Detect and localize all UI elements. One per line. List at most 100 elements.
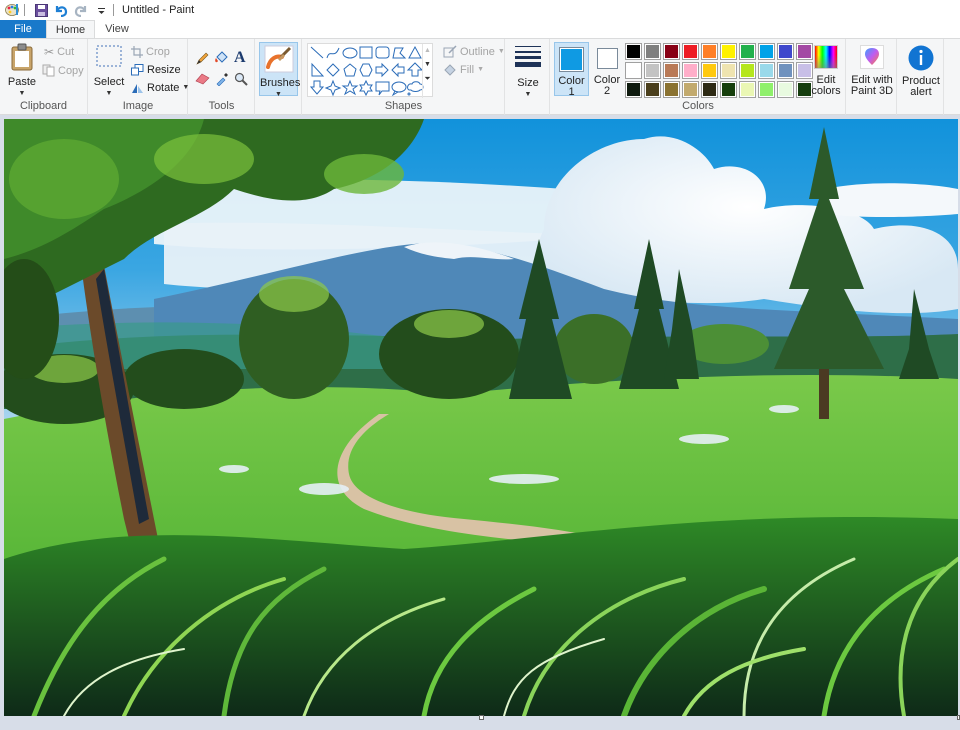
eraser-tool[interactable] [195, 72, 210, 88]
brushes-button[interactable]: Brushes ▼ [259, 42, 300, 98]
color1-button[interactable]: Color 1 [554, 42, 589, 98]
palette-swatch[interactable] [701, 62, 718, 79]
palette-swatch[interactable] [663, 81, 680, 98]
pentagon-shape[interactable] [343, 63, 357, 77]
up-arrow-shape[interactable] [406, 62, 424, 77]
fill-tool[interactable] [214, 51, 230, 69]
paint-app-icon[interactable] [4, 2, 20, 18]
color-picker-tool[interactable] [215, 72, 229, 89]
palette-swatch[interactable] [777, 43, 794, 60]
palette-swatch[interactable] [758, 81, 775, 98]
palette-swatch[interactable] [625, 62, 642, 79]
diamond-shape[interactable] [326, 63, 340, 77]
pencil-tool[interactable] [195, 51, 210, 69]
undo-icon[interactable] [53, 2, 69, 18]
size-label: Size [517, 77, 539, 89]
tab-view[interactable]: View [96, 20, 138, 39]
drawing-canvas[interactable] [4, 119, 958, 716]
curve-shape[interactable] [326, 47, 340, 59]
right-arrow-shape[interactable] [375, 62, 389, 78]
select-button[interactable]: Select ▼ [93, 45, 125, 99]
edit-colors-button[interactable]: Edit colors [809, 45, 843, 97]
palette-swatch[interactable] [739, 43, 756, 60]
copy-button[interactable]: Copy [42, 62, 84, 79]
resize-button[interactable]: Resize [131, 61, 181, 78]
cut-button[interactable]: ✂ Cut [44, 43, 74, 60]
palette-swatch[interactable] [663, 43, 680, 60]
tab-file[interactable]: File [0, 20, 46, 39]
rounded-rectangle-shape[interactable] [375, 46, 390, 59]
palette-swatch[interactable] [739, 81, 756, 98]
expand-gallery-icon[interactable]: ⏷ [423, 74, 432, 84]
palette-swatch-color [779, 64, 792, 77]
text-tool[interactable]: A [234, 49, 246, 67]
palette-swatch[interactable] [682, 43, 699, 60]
four-point-star-shape[interactable] [324, 79, 342, 97]
oval-callout-shape[interactable] [391, 81, 407, 97]
rectangle-shape[interactable] [359, 46, 373, 59]
separator [113, 4, 114, 16]
copy-icon [42, 64, 55, 77]
scroll-down-icon[interactable]: ▼ [423, 61, 432, 68]
magnifier-tool[interactable] [234, 72, 248, 89]
palette-swatch[interactable] [758, 43, 775, 60]
palette-swatch-color [627, 64, 640, 77]
color2-button[interactable]: Color 2 [591, 42, 623, 97]
hexagon-shape[interactable] [359, 63, 373, 77]
palette-swatch[interactable] [777, 62, 794, 79]
palette-swatch[interactable] [644, 43, 661, 60]
polygon-shape[interactable] [392, 47, 407, 59]
left-arrow-shape[interactable] [391, 62, 405, 78]
product-alert-button[interactable]: Product alert [900, 45, 942, 98]
save-icon[interactable] [33, 2, 49, 18]
fill-bucket-icon [215, 51, 228, 63]
palette-swatch[interactable] [625, 81, 642, 98]
palette-swatch-color [741, 45, 754, 58]
window-title: Untitled - Paint [122, 4, 195, 16]
pencil-icon [196, 52, 209, 65]
palette-swatch[interactable] [644, 62, 661, 79]
right-triangle-shape[interactable] [311, 62, 325, 77]
color2-number: 2 [603, 85, 611, 97]
rounded-callout-shape[interactable] [375, 81, 390, 96]
down-arrow-shape[interactable] [309, 80, 325, 95]
palette-swatch[interactable] [682, 81, 699, 98]
palette-swatch[interactable] [644, 81, 661, 98]
size-group: Size ▼ [506, 39, 550, 115]
canvas-resize-handle-bottom[interactable] [479, 715, 484, 720]
palette-swatch[interactable] [625, 43, 642, 60]
select-label: Select [93, 76, 125, 88]
size-button[interactable]: Size ▼ [511, 43, 545, 100]
customize-quick-access-icon[interactable] [93, 2, 109, 18]
tab-home[interactable]: Home [46, 20, 95, 39]
palette-swatch[interactable] [777, 81, 794, 98]
oval-shape[interactable] [342, 47, 358, 59]
six-point-star-shape[interactable] [359, 79, 373, 97]
line-shape[interactable] [310, 46, 324, 59]
palette-swatch[interactable] [682, 62, 699, 79]
cloud-callout-shape[interactable] [407, 81, 424, 96]
triangle-shape[interactable] [408, 45, 422, 59]
palette-swatch[interactable] [701, 81, 718, 98]
palette-swatch[interactable] [739, 62, 756, 79]
edit-with-paint3d-button[interactable]: Edit with Paint 3D [849, 45, 895, 97]
palette-swatch[interactable] [720, 81, 737, 98]
fill-button[interactable]: Fill ▼ [443, 61, 484, 78]
paste-button[interactable]: Paste ▼ [4, 43, 40, 99]
scissors-icon: ✂ [44, 44, 55, 59]
crop-button[interactable]: Crop [131, 43, 170, 60]
rotate-button[interactable]: Rotate ▼ [131, 79, 189, 96]
palette-swatch[interactable] [663, 62, 680, 79]
outline-button[interactable]: Outline ▼ [443, 43, 505, 60]
five-point-star-shape[interactable] [341, 79, 359, 96]
shapes-gallery-icons [309, 45, 424, 97]
palette-swatch-color [741, 64, 754, 77]
palette-swatch[interactable] [720, 43, 737, 60]
palette-swatch[interactable] [720, 62, 737, 79]
redo-icon[interactable] [73, 2, 89, 18]
palette-swatch-color [684, 45, 697, 58]
scroll-up-icon[interactable]: ▲ [423, 47, 432, 54]
resize-icon [131, 63, 144, 75]
palette-swatch[interactable] [758, 62, 775, 79]
palette-swatch[interactable] [701, 43, 718, 60]
